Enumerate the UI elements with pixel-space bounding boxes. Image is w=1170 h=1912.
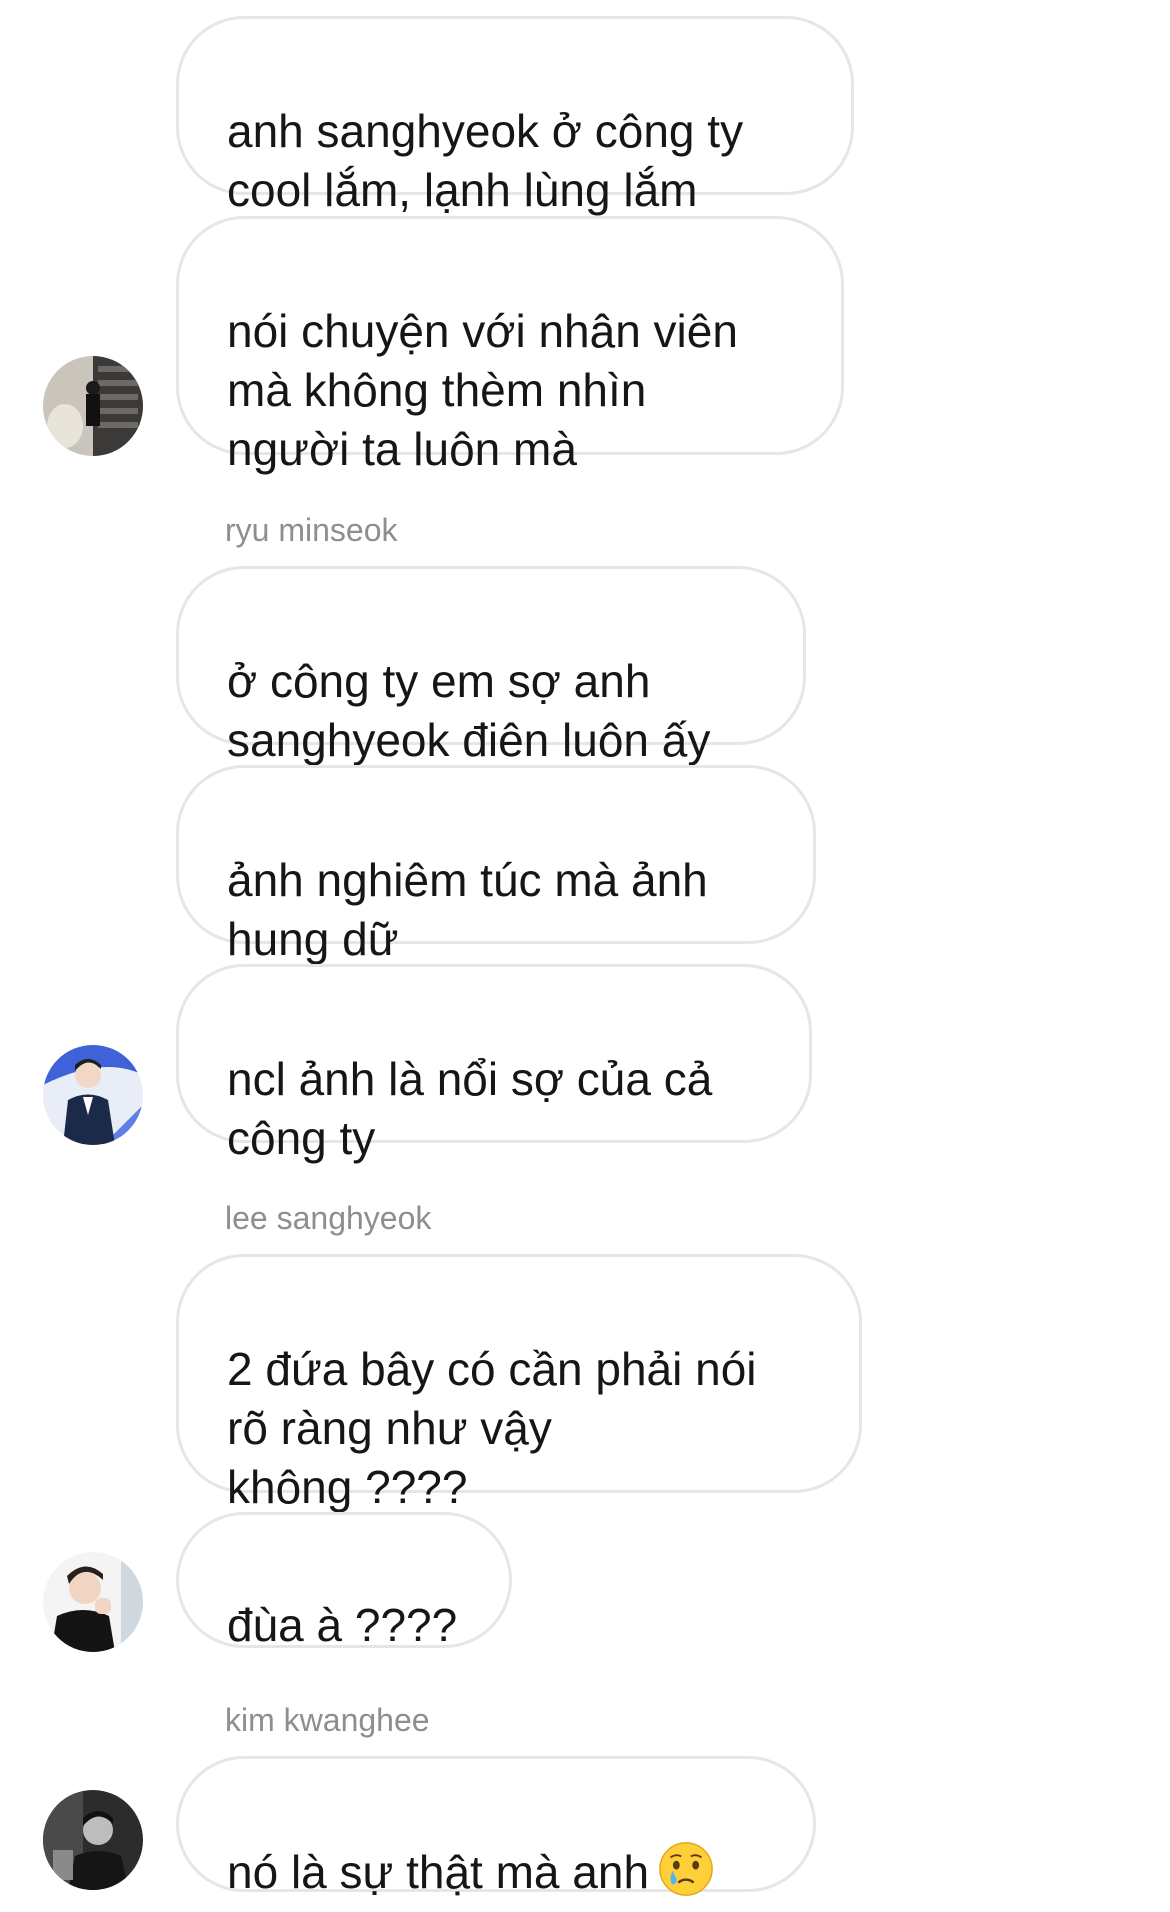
message-bubble[interactable]: ở công ty em sợ anh sanghyeok điên luôn … — [176, 566, 806, 766]
sender-avatar[interactable] — [43, 1552, 143, 1652]
message-bubble[interactable]: nó là sự thật mà anh — [176, 1756, 816, 1898]
message-bubble[interactable]: 2 đứa bây có cần phải nói rõ ràng như vậ… — [176, 1254, 862, 1513]
message-bubble[interactable]: anh sanghyeok ở công ty cool lắm, lạnh l… — [176, 16, 854, 216]
sender-avatar[interactable] — [43, 356, 143, 456]
message-bubble[interactable]: nói chuyện với nhân viên mà không thèm n… — [176, 216, 844, 475]
crying-face-emoji — [657, 1840, 715, 1898]
sender-name: kim kwanghee — [225, 1702, 430, 1738]
sender-avatar[interactable] — [43, 1790, 143, 1890]
message-text: 2 đứa bây có cần phải nói rõ ràng như vậ… — [227, 1343, 757, 1513]
sender-avatar[interactable] — [43, 1045, 143, 1145]
message-text: ncl ảnh là nổi sợ của cả công ty — [227, 1053, 713, 1164]
message-text: nó là sự thật mà anh — [227, 1846, 650, 1898]
message-text: ở công ty em sợ anh sanghyeok điên luôn … — [227, 655, 711, 766]
message-bubble[interactable]: ncl ảnh là nổi sợ của cả công ty — [176, 964, 812, 1164]
sender-name: lee sanghyeok — [225, 1200, 432, 1236]
message-text: đùa à ???? — [227, 1599, 458, 1651]
message-text: nói chuyện với nhân viên mà không thèm n… — [227, 305, 738, 475]
message-text: ảnh nghiêm túc mà ảnh hung dữ — [227, 854, 708, 965]
message-text: anh sanghyeok ở công ty cool lắm, lạnh l… — [227, 105, 744, 216]
message-bubble[interactable]: ảnh nghiêm túc mà ảnh hung dữ — [176, 765, 816, 965]
sender-name: ryu minseok — [225, 512, 398, 548]
message-bubble[interactable]: đùa à ???? — [176, 1512, 512, 1651]
